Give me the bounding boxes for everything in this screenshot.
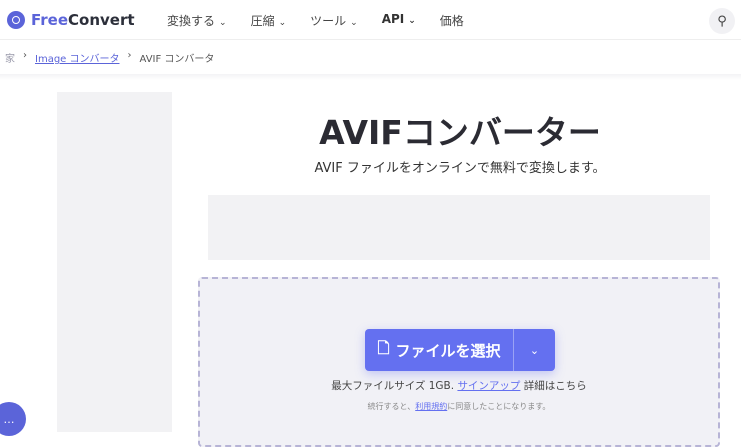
terms-link[interactable]: 利用規約 [415,402,447,411]
chevron-down-icon: ⌄ [219,18,227,28]
search-icon: ⚲ [717,13,727,29]
chevron-down-icon: ⌄ [278,18,287,28]
chevron-down-icon: ⌄ [529,343,540,357]
search-button[interactable]: ⚲ [709,8,735,34]
chat-button[interactable]: … [0,402,26,436]
terms-notice: 続行すると、利用規約に同意したことになります。 [367,402,551,411]
chat-icon: … [3,412,15,426]
chevron-down-icon: ⌄ [408,16,416,26]
main-nav: 変換する ⌄ 圧縮 ⌄ ツール ⌄ API ⌄ 価格 [167,12,464,29]
upload-info: 最大ファイルサイズ 1GB. サインアップ 詳細はこちら [331,380,587,392]
upload-source-dropdown[interactable]: ⌄ [513,329,555,371]
choose-file-button[interactable]: 🗋 ファイルを選択 [365,329,513,371]
chevron-down-icon: ⌄ [350,18,358,28]
file-drop-zone[interactable]: 🗋 ファイルを選択 ⌄ 最大ファイルサイズ 1GB. サインアップ 詳細はこちら… [198,277,720,447]
breadcrumb: 家 › Image コンバータ › AVIF コンバータ [5,50,215,65]
page-title: AVIFコンバーター [319,113,601,152]
choose-file-button-group: 🗋 ファイルを選択 ⌄ [365,329,555,371]
file-plus-icon: 🗋 [377,338,390,357]
logo[interactable]: FreeConvert [7,11,135,29]
page-subtitle: AVIF ファイルをオンラインで無料で変換します。 [314,161,606,176]
logo-icon [7,11,25,29]
ad-placeholder-top [208,195,710,260]
breadcrumb-image-converter[interactable]: Image コンバータ [35,50,120,65]
ad-placeholder-left [57,92,172,432]
signup-link[interactable]: サインアップ [457,380,520,392]
nav-pricing[interactable]: 価格 [440,12,464,29]
header: FreeConvert 変換する ⌄ 圧縮 ⌄ ツール ⌄ API ⌄ 価格 ⚲ [0,0,741,40]
breadcrumb-current: AVIF コンバータ [139,54,215,65]
nav-api[interactable]: API ⌄ [382,12,416,29]
nav-compress[interactable]: 圧縮 ⌄ [251,12,287,29]
nav-convert[interactable]: 変換する ⌄ [167,12,227,29]
breadcrumb-home[interactable]: 家 [5,50,15,65]
nav-tools[interactable]: ツール ⌄ [310,12,358,29]
